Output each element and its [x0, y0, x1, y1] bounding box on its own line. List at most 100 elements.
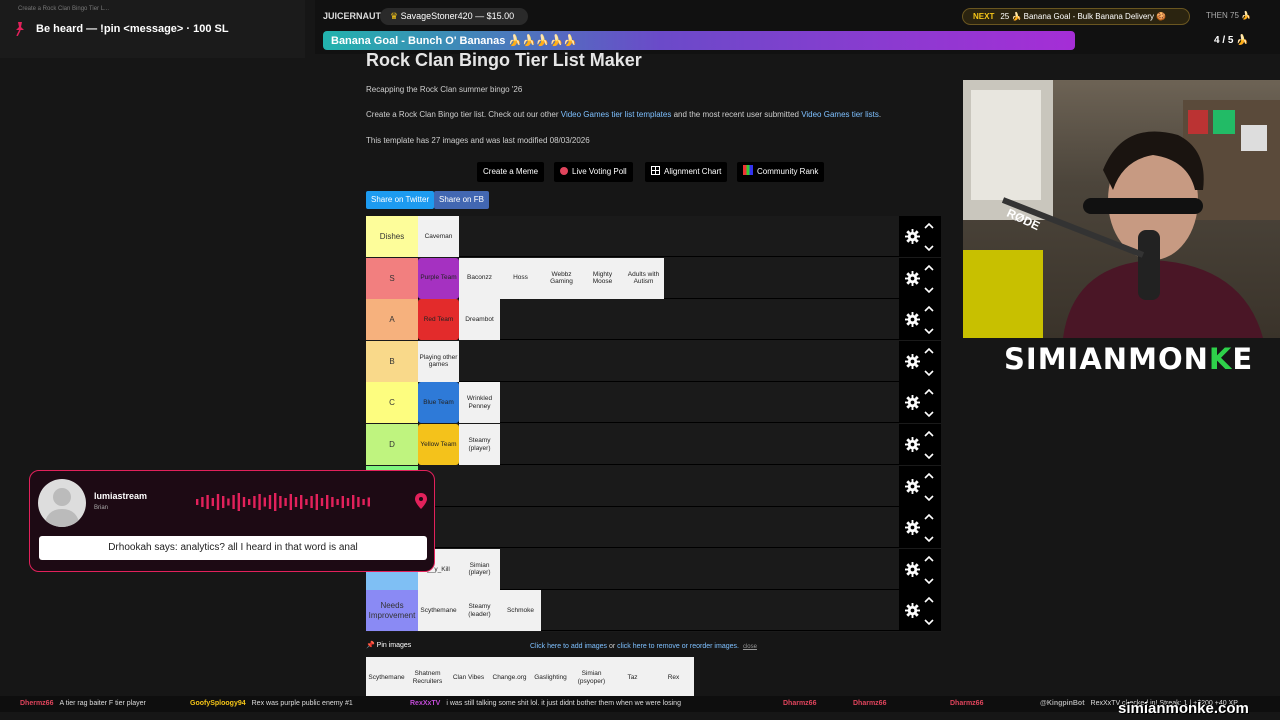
add-images-link[interactable]: Click here to add images — [530, 643, 607, 650]
tier-label[interactable]: B — [366, 340, 418, 382]
reorder-images-link[interactable]: click here to remove or reorder images. — [617, 643, 739, 650]
image-pool: Scythemane Shatnem Recruiters Clan Vibes Ch… — [366, 657, 695, 698]
move-arrows-icon[interactable] — [924, 222, 934, 252]
waveform-bar — [315, 494, 318, 510]
pool-item-card[interactable]: Change.org — [489, 657, 530, 698]
tier-item-card[interactable]: Schmoke — [500, 590, 541, 632]
waveform-bar — [206, 495, 209, 509]
tier-label[interactable]: C — [366, 382, 418, 424]
tier-item-card[interactable]: Adults with Autism — [623, 257, 664, 299]
tier-item-card[interactable]: Blue Team — [418, 382, 459, 424]
user-silhouette-icon — [44, 488, 80, 527]
waveform-bar — [352, 495, 355, 509]
tier-item-card[interactable]: Playing other games — [418, 340, 459, 382]
logo-letter: N — [1102, 342, 1129, 376]
user-lists-link[interactable]: Video Games tier lists — [801, 110, 879, 119]
waveform-bar — [346, 498, 350, 506]
pool-item-card[interactable]: Rex — [653, 657, 694, 698]
move-arrows-icon[interactable] — [924, 305, 934, 335]
channel-label: JUICERNAUT — [323, 11, 382, 21]
pool-item-card[interactable]: Gaslighting — [530, 657, 571, 698]
tier-item-card[interactable]: Simian (player) — [459, 548, 500, 590]
share-twitter-button[interactable]: Share on Twitter — [366, 191, 435, 209]
chat-message: GoofySploogy94 Rex was purple public enem… — [190, 700, 353, 707]
tier-label[interactable]: D — [366, 424, 418, 465]
gear-icon[interactable] — [905, 229, 920, 244]
tier-item-card[interactable]: Scythemane — [418, 590, 459, 632]
tier-items: Blue Team Wrinkled Penney — [418, 382, 500, 424]
gear-icon[interactable] — [905, 520, 920, 536]
chat-message: RexXxTV i was still talking some shit lol… — [410, 700, 681, 707]
webcam-feed: RØDE — [963, 80, 1280, 338]
or-text: or — [607, 643, 618, 650]
pool-item-card[interactable]: Clan Vibes — [448, 657, 489, 698]
logo-letter: O — [1157, 342, 1184, 376]
gear-icon[interactable] — [905, 478, 920, 494]
gear-icon[interactable] — [905, 603, 920, 619]
community-rank-button[interactable]: Community Rank — [737, 162, 825, 182]
pushpin-icon — [16, 22, 24, 36]
tier-label[interactable]: Dishes — [366, 216, 418, 257]
waveform-bar — [357, 497, 360, 507]
move-arrows-icon[interactable] — [924, 513, 934, 543]
gear-icon[interactable] — [905, 437, 920, 452]
tier-label[interactable]: S — [366, 257, 418, 299]
tier-item-card[interactable]: Steamy (player) — [459, 424, 500, 465]
tier-row — [366, 507, 941, 549]
then-goal-text: THEN 75 🍌 — [1206, 11, 1252, 20]
chat-username: @KingpinBot — [1040, 700, 1085, 707]
alignment-chart-button[interactable]: Alignment Chart — [645, 162, 728, 182]
donor-pill: ♛ SavageStoner420 — $15.00 — [380, 8, 528, 25]
tier-item-card[interactable]: Mighty Moose — [582, 257, 623, 299]
tier-label[interactable]: A — [366, 299, 418, 341]
tier-item-card[interactable]: Purple Team — [418, 257, 459, 299]
intro-pre: Create a Rock Clan Bingo tier list. Chec… — [366, 110, 561, 119]
community-rank-label: Community Rank — [757, 167, 819, 176]
move-arrows-icon[interactable] — [924, 347, 934, 377]
tier-item-card[interactable]: Wrinkled Penney — [459, 382, 500, 424]
tier-row: S Purple Team Baconzz Hoss Webbz Gaming Might… — [366, 257, 941, 299]
templates-link[interactable]: Video Games tier list templates — [561, 110, 672, 119]
browser-tab-title[interactable]: Create a Rock Clan Bingo Tier L... — [18, 6, 109, 12]
create-meme-button[interactable]: Create a Meme — [477, 162, 545, 182]
tier-items: Playing other games — [418, 340, 459, 382]
tier-item-card[interactable]: Webbz Gaming — [541, 257, 582, 299]
page-intro: Create a Rock Clan Bingo tier list. Chec… — [366, 110, 881, 119]
tier-controls — [899, 299, 941, 341]
tier-item-card[interactable]: Yellow Team — [418, 424, 459, 465]
tier-item-card[interactable]: Hoss — [500, 257, 541, 299]
gear-icon[interactable] — [905, 312, 920, 328]
tier-item-card[interactable]: Dreambot — [459, 299, 500, 341]
share-fb-button[interactable]: Share on FB — [434, 191, 489, 209]
logo-letter: N — [1183, 342, 1209, 376]
gear-icon[interactable] — [905, 395, 920, 411]
waveform-bar — [326, 495, 329, 509]
live-voting-poll-button[interactable]: Live Voting Poll — [554, 162, 633, 182]
tier-item-card[interactable]: Steamy (leader) — [459, 590, 500, 632]
gear-icon[interactable] — [905, 353, 920, 369]
pool-item-card[interactable]: Taz — [612, 657, 653, 698]
move-arrows-icon[interactable] — [924, 430, 934, 460]
pin-images-toggle[interactable]: 📌 Pin images — [366, 641, 411, 649]
pin-instructions: Be heard — !pin <message> · 100 SL — [36, 23, 229, 35]
move-arrows-icon[interactable] — [924, 264, 934, 294]
tier-controls — [899, 424, 941, 465]
move-arrows-icon[interactable] — [924, 555, 934, 585]
tts-username: lumiastream — [94, 491, 148, 501]
tier-item-card[interactable]: Red Team — [418, 299, 459, 341]
move-arrows-icon[interactable] — [924, 472, 934, 502]
tier-item-card[interactable]: Caveman — [418, 216, 459, 257]
move-arrows-icon[interactable] — [924, 596, 934, 626]
tts-message: Drhookah says: analytics? all I heard in… — [39, 536, 427, 560]
waveform-bar — [279, 496, 282, 508]
gear-icon[interactable] — [905, 561, 920, 577]
tier-label[interactable]: Needs Improvement — [366, 590, 418, 632]
pool-item-card[interactable]: Scythemane — [366, 657, 407, 698]
pool-item-card[interactable]: Simian (psyoper) — [571, 657, 612, 698]
tts-voice: Brian — [94, 505, 109, 511]
close-link[interactable]: close — [743, 644, 757, 650]
pool-item-card[interactable]: Shatnem Recruiters — [407, 657, 448, 698]
gear-icon[interactable] — [905, 270, 920, 286]
move-arrows-icon[interactable] — [924, 388, 934, 418]
tier-item-card[interactable]: Baconzz — [459, 257, 500, 299]
